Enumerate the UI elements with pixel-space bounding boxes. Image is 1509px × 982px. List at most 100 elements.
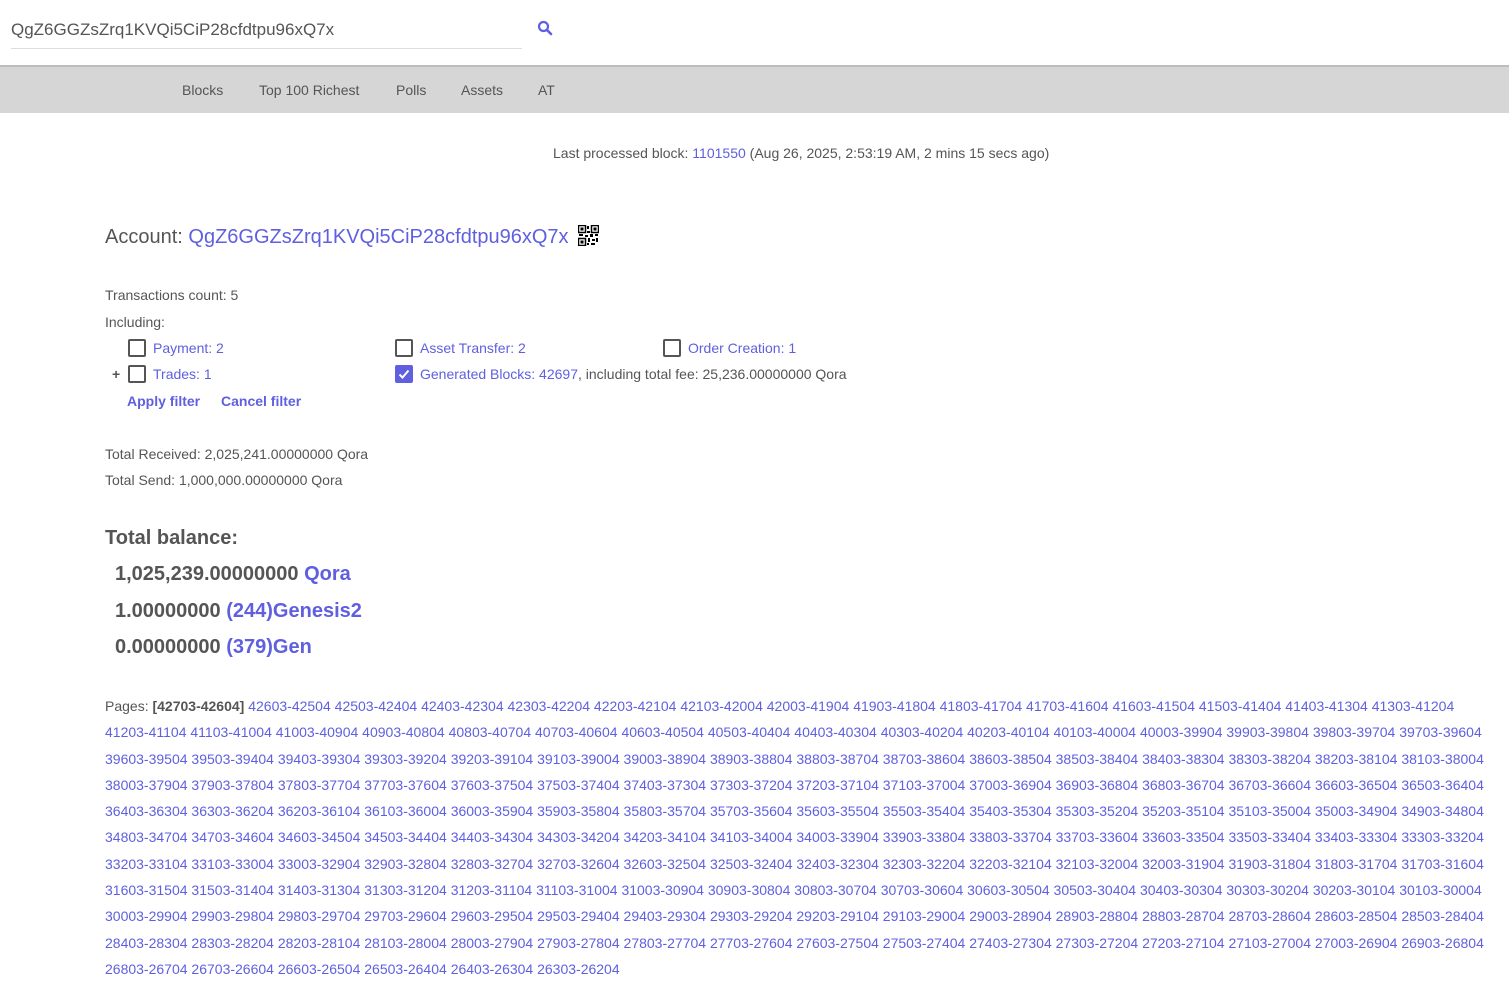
page-link[interactable]: 32803-32704 [451,856,534,872]
page-link[interactable]: 38303-38204 [1228,751,1311,767]
page-link[interactable]: 33603-33504 [1142,829,1225,845]
page-link[interactable]: 27103-27004 [1228,935,1311,951]
page-link[interactable]: 31003-30904 [621,882,704,898]
page-link[interactable]: 32203-32104 [969,856,1052,872]
page-link[interactable]: 27703-27604 [710,935,793,951]
search-input[interactable] [11,12,522,49]
page-link[interactable]: 35003-34904 [1315,803,1398,819]
page-link[interactable]: 39103-39004 [537,751,620,767]
page-link[interactable]: 30503-30404 [1054,882,1137,898]
page-link[interactable]: 28303-28204 [191,935,274,951]
page-link[interactable]: 33503-33404 [1228,829,1311,845]
page-link[interactable]: 35703-35604 [710,803,793,819]
page-link[interactable]: 34703-34604 [191,829,274,845]
page-link[interactable]: 32703-32604 [537,856,620,872]
page-link[interactable]: 28703-28604 [1228,908,1311,924]
nav-assets[interactable]: Assets [461,82,503,98]
page-link[interactable]: 36303-36204 [191,803,274,819]
page-link[interactable]: 35803-35704 [624,803,707,819]
page-link[interactable]: 42503-42404 [335,698,418,714]
page-link[interactable]: 28603-28504 [1315,908,1398,924]
order-creation-checkbox[interactable] [663,339,681,357]
page-link[interactable]: 38703-38604 [883,751,966,767]
page-link[interactable]: 30303-30204 [1226,882,1309,898]
page-link[interactable]: 33103-33004 [191,856,274,872]
page-link[interactable]: 39303-39204 [364,751,447,767]
page-link[interactable]: 30603-30504 [967,882,1050,898]
page-link[interactable]: 40203-40104 [967,724,1050,740]
page-link[interactable]: 41603-41504 [1112,698,1195,714]
page-link[interactable]: 40703-40604 [535,724,618,740]
balance-asset-link[interactable]: Qora [304,563,351,585]
payment-checkbox[interactable] [128,339,146,357]
page-link[interactable]: 30103-30004 [1399,882,1482,898]
page-link[interactable]: 36903-36804 [1056,777,1139,793]
page-link[interactable]: 39503-39404 [191,751,274,767]
last-block-link[interactable]: 1101550 [692,145,745,161]
filter-asset-transfer[interactable]: Asset Transfer: 2 [395,339,526,357]
cancel-filter-button[interactable]: Cancel filter [221,393,301,409]
page-link[interactable]: 39803-39704 [1313,724,1396,740]
page-link[interactable]: 33803-33704 [969,829,1052,845]
page-link[interactable]: 33703-33604 [1056,829,1139,845]
page-link[interactable]: 28003-27904 [451,935,534,951]
page-link[interactable]: 27503-27404 [883,935,966,951]
page-link[interactable]: 41903-41804 [853,698,936,714]
page-link[interactable]: 40303-40204 [881,724,964,740]
page-link[interactable]: 31603-31504 [105,882,188,898]
page-link[interactable]: 32103-32004 [1056,856,1139,872]
page-link[interactable]: 29003-28904 [969,908,1052,924]
page-link[interactable]: 32903-32804 [364,856,447,872]
page-link[interactable]: 30003-29904 [105,908,188,924]
page-link[interactable]: 35403-35304 [969,803,1052,819]
page-link[interactable]: 39003-38904 [624,751,707,767]
page-link[interactable]: 34103-34004 [710,829,793,845]
page-link[interactable]: 32603-32504 [624,856,707,872]
payment-link[interactable]: Payment: 2 [153,340,224,356]
page-link[interactable]: 40003-39904 [1140,724,1223,740]
page-link[interactable]: 27203-27104 [1142,935,1225,951]
page-link[interactable]: 32403-32304 [796,856,879,872]
page-link[interactable]: 31103-31004 [536,882,617,898]
page-link[interactable]: 37903-37804 [191,777,274,793]
page-link[interactable]: 34803-34704 [105,829,188,845]
nav-top-100-richest[interactable]: Top 100 Richest [259,82,359,98]
nav-polls[interactable]: Polls [396,82,426,98]
page-link[interactable]: 35203-35104 [1142,803,1225,819]
page-link[interactable]: 40103-40004 [1054,724,1137,740]
page-link[interactable]: 32503-32404 [710,856,793,872]
page-link[interactable]: 34903-34804 [1401,803,1484,819]
page-link[interactable]: 38803-38704 [796,751,879,767]
page-link[interactable]: 36803-36704 [1142,777,1225,793]
page-link[interactable]: 39203-39104 [451,751,534,767]
page-link[interactable]: 27603-27504 [796,935,879,951]
page-link[interactable]: 38503-38404 [1056,751,1139,767]
page-link[interactable]: 42303-42204 [508,698,591,714]
trades-link[interactable]: Trades: 1 [153,366,212,382]
page-link[interactable]: 32303-32204 [883,856,966,872]
page-link[interactable]: 34403-34304 [451,829,534,845]
page-link[interactable]: 37603-37504 [451,777,534,793]
page-link[interactable]: 31203-31104 [451,882,532,898]
page-link[interactable]: 42203-42104 [594,698,677,714]
page-link[interactable]: 39403-39304 [278,751,361,767]
page-link[interactable]: 39903-39804 [1226,724,1309,740]
page-link[interactable]: 29503-29404 [537,908,620,924]
generated-blocks-link[interactable]: Generated Blocks: 42697 [420,366,578,382]
page-link[interactable]: 41203-41104 [105,724,186,740]
page-link[interactable]: 38603-38504 [969,751,1052,767]
nav-blocks[interactable]: Blocks [182,82,223,98]
page-link[interactable]: 40903-40804 [362,724,445,740]
page-link[interactable]: 36703-36604 [1228,777,1311,793]
page-link[interactable]: 30903-30804 [708,882,791,898]
page-link[interactable]: 28903-28804 [1056,908,1139,924]
page-link[interactable]: 33303-33204 [1401,829,1484,845]
page-link[interactable]: 41303-41204 [1372,698,1455,714]
page-link[interactable]: 40403-40304 [794,724,877,740]
account-address-link[interactable]: QgZ6GGZsZrq1KVQi5CiP28cfdtpu96xQ7x [188,226,568,248]
page-link[interactable]: 42403-42304 [421,698,504,714]
page-link[interactable]: 27003-26904 [1315,935,1398,951]
page-link[interactable]: 38003-37904 [105,777,188,793]
page-link[interactable]: 27803-27704 [624,935,707,951]
page-link[interactable]: 35503-35404 [883,803,966,819]
